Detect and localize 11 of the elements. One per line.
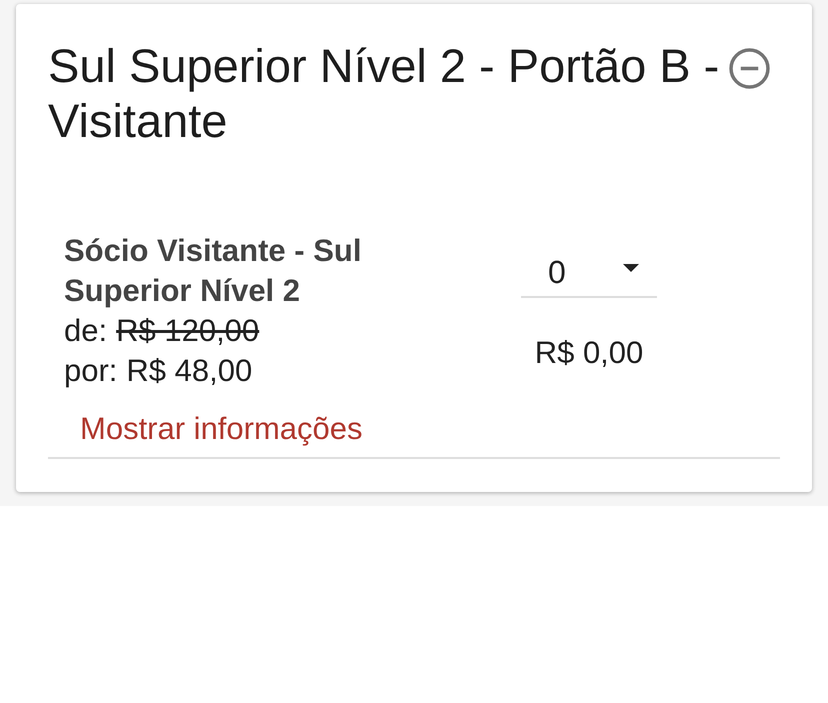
current-price: R$ 48,00 [126, 352, 252, 390]
price-label: de: [64, 312, 108, 350]
caret-icon [623, 264, 639, 272]
ticket-name: Sócio Visitante - Sul Superior Nível 2 [64, 232, 362, 310]
show-info-link[interactable]: Mostrar informações [80, 409, 363, 449]
minus-circle-icon[interactable] [729, 48, 770, 89]
subtotal-price: R$ 0,00 [534, 334, 644, 372]
section-title: Sul Superior Nível 2 - Portão B - Visitante [48, 38, 720, 148]
quantity-select[interactable]: 0 [521, 248, 657, 298]
old-price: R$ 120,00 [116, 312, 260, 350]
price-label: por: [64, 352, 118, 390]
